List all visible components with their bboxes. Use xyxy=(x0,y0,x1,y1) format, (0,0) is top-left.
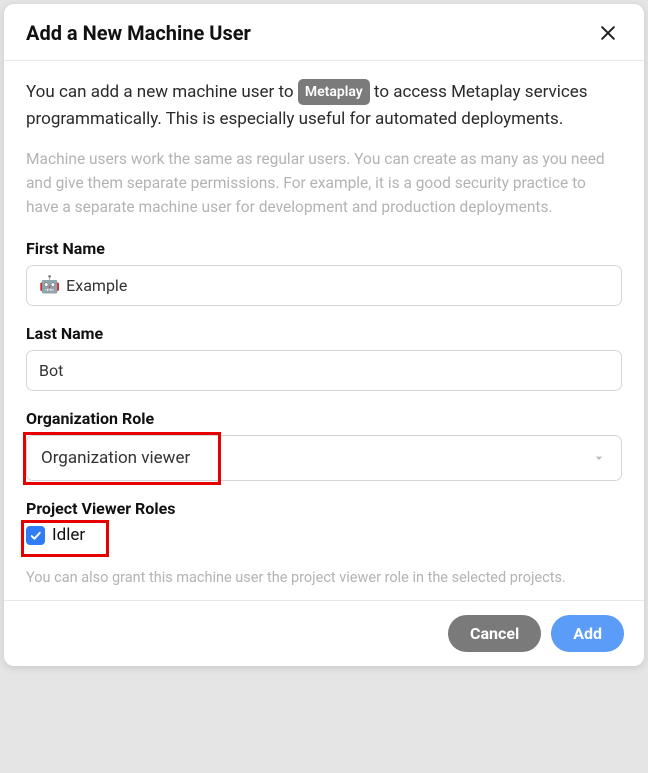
cancel-button[interactable]: Cancel xyxy=(448,615,541,652)
intro-text: You can add a new machine user to Metapl… xyxy=(26,79,622,133)
add-machine-user-modal: Add a New Machine User You can add a new… xyxy=(4,4,644,666)
check-icon xyxy=(29,529,42,542)
last-name-group: Last Name xyxy=(26,324,622,391)
project-role-checkbox[interactable] xyxy=(26,526,45,545)
modal-title: Add a New Machine User xyxy=(26,21,251,45)
first-name-group: First Name 🤖 xyxy=(26,239,622,306)
first-name-input[interactable] xyxy=(66,276,609,295)
modal-footer: Cancel Add xyxy=(4,600,644,666)
project-roles-group: Project Viewer Roles Idler xyxy=(26,499,622,545)
helper-text: You can also grant this machine user the… xyxy=(26,569,622,586)
intro-prefix: You can add a new machine user to xyxy=(26,82,298,102)
org-role-group: Organization Role Organization viewer xyxy=(26,409,622,481)
project-role-option[interactable]: Idler xyxy=(26,525,85,545)
org-role-label: Organization Role xyxy=(26,409,622,428)
robot-icon: 🤖 xyxy=(39,277,60,294)
modal-header: Add a New Machine User xyxy=(4,4,644,61)
org-role-value: Organization viewer xyxy=(41,448,190,468)
intro-subtext: Machine users work the same as regular u… xyxy=(26,147,622,219)
add-button[interactable]: Add xyxy=(551,615,624,652)
first-name-input-wrapper[interactable]: 🤖 xyxy=(26,265,622,306)
org-badge: Metaplay xyxy=(298,79,370,105)
org-role-select[interactable]: Organization viewer xyxy=(26,435,622,481)
last-name-label: Last Name xyxy=(26,324,622,343)
modal-body: You can add a new machine user to Metapl… xyxy=(4,61,644,600)
close-icon xyxy=(598,23,618,43)
project-roles-label: Project Viewer Roles xyxy=(26,499,622,518)
project-role-option-label: Idler xyxy=(52,525,85,545)
close-button[interactable] xyxy=(594,19,622,47)
last-name-input-wrapper[interactable] xyxy=(26,350,622,391)
chevron-down-icon xyxy=(591,450,607,466)
last-name-input[interactable] xyxy=(39,361,609,380)
first-name-label: First Name xyxy=(26,239,622,258)
